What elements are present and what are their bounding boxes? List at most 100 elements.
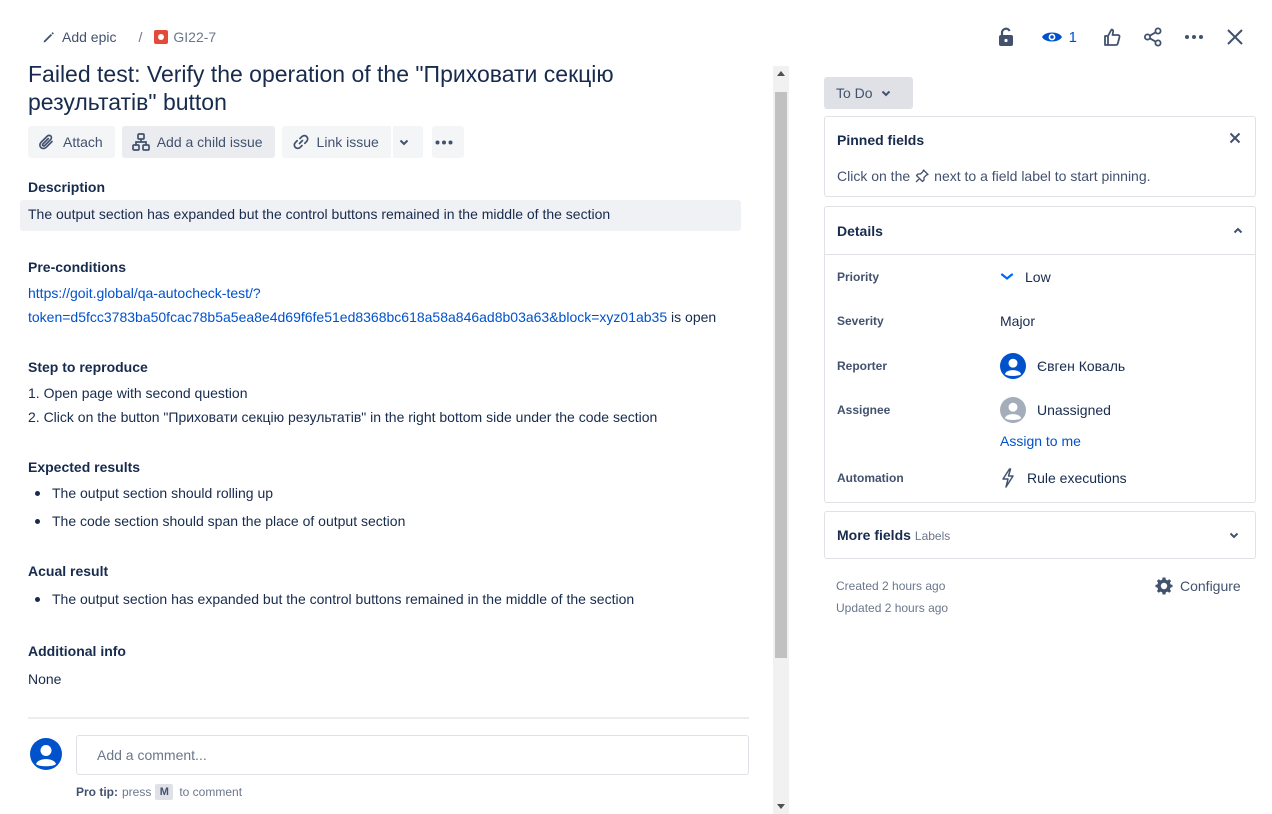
assign-to-me-link[interactable]: Assign to me	[1000, 433, 1081, 449]
issue-title[interactable]: Failed test: Verify the operation of the…	[28, 60, 728, 116]
details-header[interactable]: Details	[825, 207, 1255, 255]
description-heading: Description	[28, 179, 106, 195]
eye-icon	[1041, 32, 1062, 42]
avatar	[30, 738, 62, 770]
actual-item: The output section has expanded but the …	[28, 585, 634, 613]
severity-value: Major	[1000, 313, 1036, 329]
pin-icon	[915, 169, 929, 183]
toolbar-more-button[interactable]	[431, 126, 464, 158]
assignee-value: Unassigned	[1037, 402, 1111, 418]
chevron-down-icon	[400, 139, 409, 145]
additional-text: None	[28, 671, 62, 687]
description-text: The output section has expanded but the …	[28, 206, 611, 222]
divider	[28, 717, 749, 719]
pinned-hint-after: next to a field label to start pinning.	[934, 168, 1151, 184]
protip-suffix: to comment	[179, 785, 243, 799]
comment-input[interactable]: Add a comment...	[76, 735, 749, 775]
more-icon	[435, 140, 453, 144]
precondition-link-line1[interactable]: https://goit.global/qa-autocheck-test/?	[28, 285, 261, 301]
step-item: 1. Open page with second question	[28, 385, 248, 401]
link-issue-button[interactable]: Link issue	[281, 126, 391, 158]
steps-heading: Step to reproduce	[28, 359, 148, 375]
add-child-issue-button[interactable]: Add a child issue	[121, 126, 275, 158]
expected-item: The code section should span the place o…	[28, 507, 405, 535]
chevron-down-icon	[881, 90, 890, 96]
unassigned-avatar-icon	[1000, 397, 1026, 423]
bug-icon	[154, 30, 169, 44]
actual-list: The output section has expanded but the …	[28, 585, 634, 613]
updated-timestamp: Updated 2 hours ago	[836, 601, 949, 615]
expected-heading: Expected results	[28, 459, 141, 475]
reporter-label: Reporter	[837, 359, 888, 373]
severity-row[interactable]: Severity Major	[837, 313, 1247, 329]
issue-key-link[interactable]: GI22-7	[173, 29, 216, 45]
assignee-row[interactable]: Assignee Unassigned	[837, 397, 1247, 423]
chevron-down-icon	[1229, 532, 1239, 538]
automation-row[interactable]: Automation Rule executions	[837, 468, 1247, 488]
watch-count: 1	[1068, 28, 1077, 46]
protip: Pro tip: press M to comment	[76, 784, 242, 800]
expected-item: The output section should rolling up	[28, 479, 405, 507]
add-child-issue-label: Add a child issue	[156, 134, 263, 150]
pinned-fields-heading: Pinned fields	[837, 132, 925, 148]
lock-icon[interactable]	[993, 24, 1019, 50]
automation-label: Automation	[837, 471, 904, 485]
protip-key: M	[155, 784, 174, 800]
actual-heading: Acual result	[28, 563, 109, 579]
assignee-label: Assignee	[837, 403, 891, 417]
protip-label: Pro tip:	[76, 785, 118, 799]
more-fields-heading: More fields Labels	[837, 527, 950, 543]
more-fields-sub: Labels	[914, 529, 951, 543]
hierarchy-icon	[131, 133, 150, 151]
issue-toolbar: Attach Add a child issue Link issue	[28, 126, 471, 158]
close-icon[interactable]	[1229, 132, 1241, 144]
link-issue-dropdown[interactable]	[392, 126, 423, 158]
created-timestamp: Created 2 hours ago	[836, 579, 946, 593]
link-issue-label: Link issue	[316, 134, 379, 150]
pinned-fields-panel: Pinned fields Click on the next to a fie…	[824, 116, 1256, 197]
reporter-value: Євген Коваль	[1037, 358, 1126, 374]
lightning-icon	[1002, 468, 1014, 488]
expected-list: The output section should rolling up The…	[28, 479, 405, 535]
precondition-suffix: is open	[667, 309, 717, 325]
add-epic-link[interactable]: Add epic	[62, 29, 116, 45]
reporter-row[interactable]: Reporter Євген Коваль	[837, 353, 1247, 379]
preconditions-heading: Pre-conditions	[28, 259, 127, 275]
preconditions-text: https://goit.global/qa-autocheck-test/? …	[28, 281, 716, 329]
scroll-down-arrow[interactable]	[777, 804, 785, 809]
paperclip-icon	[39, 134, 53, 150]
scroll-thumb[interactable]	[775, 92, 787, 658]
description-field[interactable]: The output section has expanded but the …	[20, 200, 741, 231]
more-actions-icon[interactable]	[1181, 24, 1207, 50]
like-icon[interactable]	[1099, 24, 1125, 50]
status-label: To Do	[836, 85, 873, 101]
attach-button[interactable]: Attach	[28, 126, 115, 158]
step-item: 2. Click on the button "Приховати секцію…	[28, 409, 658, 425]
priority-label: Priority	[837, 270, 880, 284]
automation-value: Rule executions	[1027, 470, 1127, 486]
pinned-hint-before: Click on the	[837, 168, 911, 184]
priority-low-icon	[1000, 273, 1014, 280]
priority-value: Low	[1025, 269, 1051, 285]
priority-row[interactable]: Priority Low	[837, 269, 1247, 285]
attach-label: Attach	[63, 134, 103, 150]
status-dropdown[interactable]: To Do	[824, 77, 913, 109]
precondition-link-line2[interactable]: token=d5fcc3783ba50fcac78b5a5ea8e4d69f6f…	[28, 309, 667, 325]
comment-placeholder: Add a comment...	[97, 747, 207, 763]
more-fields-title: More fields	[837, 527, 911, 543]
scroll-up-arrow[interactable]	[777, 71, 785, 76]
close-icon[interactable]	[1222, 24, 1248, 50]
chevron-up-icon	[1233, 227, 1243, 234]
reporter-avatar-icon	[1000, 353, 1026, 379]
share-icon[interactable]	[1140, 24, 1166, 50]
gear-icon	[1155, 577, 1173, 595]
details-panel: Details Priority Low Severity Major Repo…	[824, 206, 1256, 503]
breadcrumb-separator: /	[138, 29, 143, 45]
details-heading: Details	[837, 222, 883, 239]
more-fields-panel[interactable]: More fields Labels	[824, 511, 1256, 559]
configure-label: Configure	[1180, 578, 1241, 594]
watch-button[interactable]: 1	[1041, 29, 1077, 46]
pencil-icon	[43, 32, 54, 43]
configure-button[interactable]: Configure	[1154, 576, 1241, 596]
scrollbar[interactable]	[773, 66, 789, 814]
